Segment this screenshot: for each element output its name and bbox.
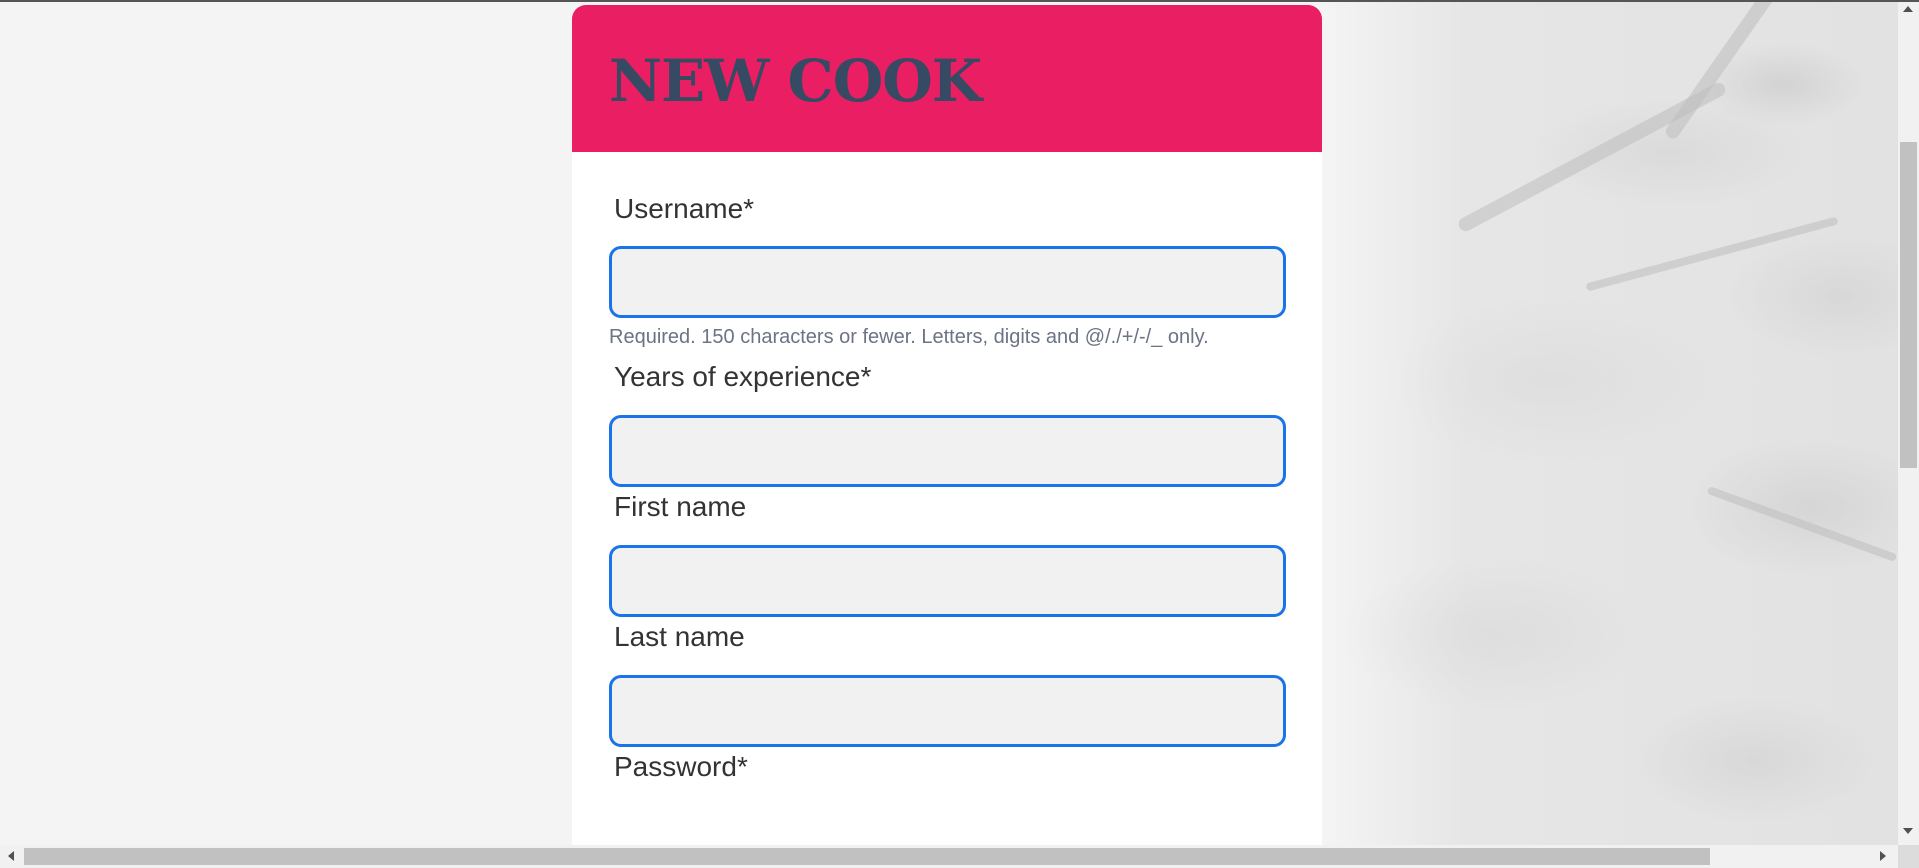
years-of-experience-input[interactable]: [609, 415, 1286, 487]
horizontal-scroll-thumb[interactable]: [24, 848, 1710, 865]
scroll-down-arrow-icon[interactable]: [1903, 828, 1913, 834]
vertical-scrollbar[interactable]: [1898, 0, 1919, 845]
form-title: NEW COOK: [609, 47, 982, 115]
background-branch: [1663, 0, 1801, 142]
scroll-left-arrow-icon[interactable]: [8, 851, 14, 861]
form-header: NEW COOK: [572, 5, 1322, 152]
window-top-border: [0, 0, 1919, 2]
first-name-label: First name: [614, 491, 747, 522]
new-cook-form-card: NEW COOK Username* Required. 150 charact…: [572, 5, 1322, 845]
password-label: Password*: [614, 751, 748, 782]
scroll-up-arrow-icon[interactable]: [1903, 6, 1913, 12]
page-viewport: NEW COOK Username* Required. 150 charact…: [0, 0, 1898, 845]
background-image: [1322, 0, 1898, 845]
username-label: Username*: [614, 193, 755, 224]
username-input[interactable]: [609, 246, 1286, 318]
last-name-label: Last name: [614, 621, 745, 652]
background-branch: [1706, 486, 1898, 562]
horizontal-scrollbar[interactable]: [0, 845, 1898, 868]
scrollbar-corner: [1898, 845, 1919, 868]
years-of-experience-label: Years of experience*: [614, 361, 872, 392]
background-branch: [1585, 216, 1839, 292]
last-name-input[interactable]: [609, 675, 1286, 747]
username-help-text: Required. 150 characters or fewer. Lette…: [609, 326, 1209, 348]
scroll-right-arrow-icon[interactable]: [1880, 851, 1886, 861]
vertical-scroll-thumb[interactable]: [1900, 142, 1917, 468]
first-name-input[interactable]: [609, 545, 1286, 617]
